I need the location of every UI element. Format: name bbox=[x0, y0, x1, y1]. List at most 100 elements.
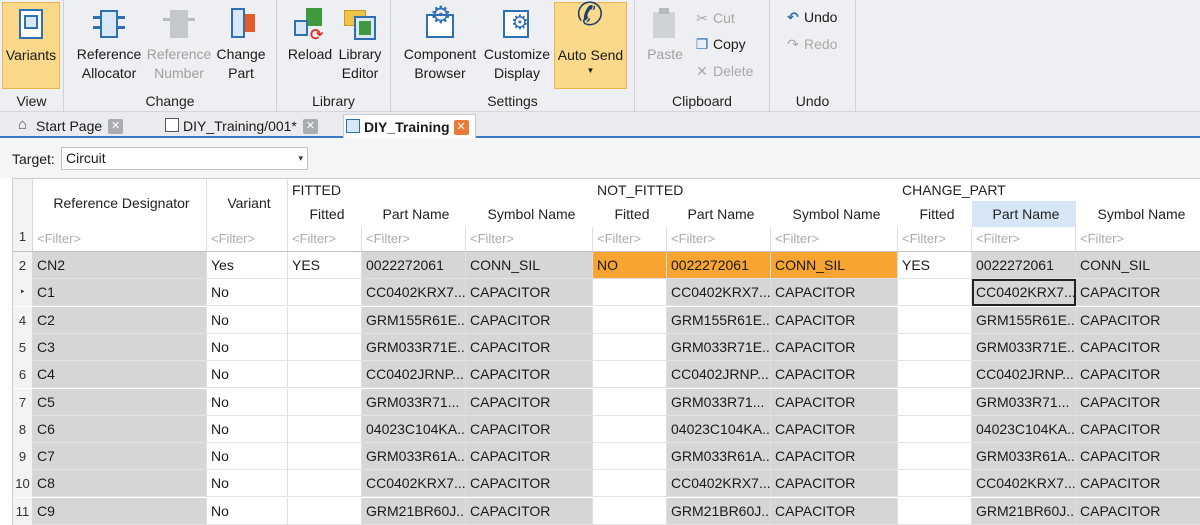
cut-button[interactable]: ✂ Cut bbox=[693, 6, 735, 30]
table-cell-f-symbol[interactable]: CONN_SIL bbox=[466, 252, 593, 279]
tab-diy-training-001[interactable]: DIY_Training/001* ✕ bbox=[163, 114, 318, 138]
table-cell-f-part[interactable]: CC0402KRX7... bbox=[362, 279, 466, 306]
row-header[interactable]: 8 bbox=[13, 416, 33, 443]
column-header-fitted-fitted[interactable]: Fitted bbox=[288, 201, 362, 227]
reference-allocator-button[interactable]: Reference Allocator bbox=[74, 2, 144, 89]
filter-reference[interactable]: <Filter> bbox=[33, 227, 207, 251]
table-cell-variant[interactable]: Yes bbox=[207, 252, 288, 279]
table-cell-ref[interactable]: C9 bbox=[33, 498, 207, 525]
table-cell-f-part[interactable]: CC0402KRX7... bbox=[362, 470, 466, 497]
table-cell-c-symbol[interactable]: CAPACITOR bbox=[1076, 334, 1200, 361]
table-cell-variant[interactable]: No bbox=[207, 389, 288, 416]
table-cell-c-symbol[interactable]: CONN_SIL bbox=[1076, 252, 1200, 279]
table-cell-c-fitted[interactable] bbox=[898, 470, 972, 497]
row-header[interactable]: 11 bbox=[13, 498, 33, 525]
table-cell-n-symbol[interactable]: CAPACITOR bbox=[771, 470, 898, 497]
table-cell-f-fitted[interactable] bbox=[288, 389, 362, 416]
table-cell-c-symbol[interactable]: CAPACITOR bbox=[1076, 416, 1200, 443]
delete-button[interactable]: ✕ Delete bbox=[693, 59, 753, 83]
table-cell-ref[interactable]: C1 bbox=[33, 279, 207, 306]
table-cell-f-part[interactable]: GRM033R61A... bbox=[362, 443, 466, 470]
table-cell-f-fitted[interactable] bbox=[288, 361, 362, 388]
table-cell-ref[interactable]: C5 bbox=[33, 389, 207, 416]
table-cell-n-symbol[interactable]: CAPACITOR bbox=[771, 416, 898, 443]
column-header-fitted-part-name[interactable]: Part Name bbox=[362, 201, 466, 227]
row-header[interactable]: 4 bbox=[13, 307, 33, 334]
table-cell-f-symbol[interactable]: CAPACITOR bbox=[466, 443, 593, 470]
table-cell-n-fitted[interactable] bbox=[593, 334, 667, 361]
column-header-not-fitted-fitted[interactable]: Fitted bbox=[593, 201, 667, 227]
table-cell-variant[interactable]: No bbox=[207, 416, 288, 443]
table-cell-n-symbol[interactable]: CAPACITOR bbox=[771, 389, 898, 416]
table-cell-f-symbol[interactable]: CAPACITOR bbox=[466, 498, 593, 525]
table-cell-c-part[interactable]: GRM21BR60J... bbox=[972, 498, 1076, 525]
table-cell-n-part[interactable]: GRM033R71... bbox=[667, 389, 771, 416]
table-cell-n-symbol[interactable]: CAPACITOR bbox=[771, 361, 898, 388]
table-cell-variant[interactable]: No bbox=[207, 470, 288, 497]
row-header[interactable]: 2 bbox=[13, 252, 33, 279]
table-cell-n-part[interactable]: CC0402KRX7... bbox=[667, 470, 771, 497]
table-cell-c-part[interactable]: GRM033R61A... bbox=[972, 443, 1076, 470]
table-cell-f-fitted[interactable] bbox=[288, 307, 362, 334]
variants-button[interactable]: Variants bbox=[2, 2, 60, 89]
table-cell-ref[interactable]: C7 bbox=[33, 443, 207, 470]
column-header-change-part-symbol-name[interactable]: Symbol Name bbox=[1076, 201, 1200, 227]
table-cell-f-fitted[interactable] bbox=[288, 416, 362, 443]
table-cell-n-part[interactable]: 0022272061 bbox=[667, 252, 771, 279]
copy-button[interactable]: ❐ Copy bbox=[693, 32, 746, 56]
filter-change-part-symbol-name[interactable]: <Filter> bbox=[1076, 227, 1200, 251]
table-cell-c-part[interactable]: GRM033R71... bbox=[972, 389, 1076, 416]
table-cell-n-part[interactable]: 04023C104KA... bbox=[667, 416, 771, 443]
table-cell-n-part[interactable]: GRM033R71E... bbox=[667, 334, 771, 361]
table-cell-c-symbol[interactable]: CAPACITOR bbox=[1076, 470, 1200, 497]
table-cell-ref[interactable]: C3 bbox=[33, 334, 207, 361]
close-icon[interactable]: ✕ bbox=[453, 119, 469, 135]
table-cell-c-fitted[interactable] bbox=[898, 498, 972, 525]
table-cell-c-part[interactable]: CC0402KRX7... bbox=[972, 279, 1076, 306]
table-cell-n-part[interactable]: CC0402KRX7... bbox=[667, 279, 771, 306]
filter-not-fitted-part-name[interactable]: <Filter> bbox=[667, 227, 771, 251]
customize-display-button[interactable]: ⚙ Customize Display bbox=[481, 2, 553, 89]
table-cell-f-symbol[interactable]: CAPACITOR bbox=[466, 334, 593, 361]
table-cell-n-fitted[interactable] bbox=[593, 443, 667, 470]
row-header[interactable]: 7 bbox=[13, 389, 33, 416]
column-header-not-fitted-part-name[interactable]: Part Name bbox=[667, 201, 771, 227]
change-part-button[interactable]: Change Part bbox=[212, 2, 270, 89]
row-header[interactable]: 6 bbox=[13, 361, 33, 388]
column-header-variant[interactable]: Variant bbox=[207, 179, 288, 227]
table-cell-f-part[interactable]: CC0402JRNP... bbox=[362, 361, 466, 388]
table-cell-n-symbol[interactable]: CAPACITOR bbox=[771, 279, 898, 306]
table-cell-c-symbol[interactable]: CAPACITOR bbox=[1076, 443, 1200, 470]
row-header[interactable]: 10 bbox=[13, 470, 33, 497]
table-cell-n-fitted[interactable] bbox=[593, 361, 667, 388]
reference-number-button[interactable]: Reference Number bbox=[146, 2, 212, 89]
filter-change-part-part-name[interactable]: <Filter> bbox=[972, 227, 1076, 251]
table-cell-c-fitted[interactable] bbox=[898, 307, 972, 334]
row-header[interactable]: 9 bbox=[13, 443, 33, 470]
table-cell-ref[interactable]: C4 bbox=[33, 361, 207, 388]
column-header-not-fitted-symbol-name[interactable]: Symbol Name bbox=[771, 201, 898, 227]
close-icon[interactable]: ✕ bbox=[302, 118, 318, 134]
table-cell-variant[interactable]: No bbox=[207, 334, 288, 361]
table-cell-variant[interactable]: No bbox=[207, 443, 288, 470]
table-cell-c-fitted[interactable] bbox=[898, 389, 972, 416]
table-cell-n-fitted[interactable] bbox=[593, 307, 667, 334]
table-cell-f-symbol[interactable]: CAPACITOR bbox=[466, 307, 593, 334]
auto-send-button[interactable]: ✆ Auto Send ▼ bbox=[554, 0, 627, 89]
table-cell-ref[interactable]: CN2 bbox=[33, 252, 207, 279]
filter-fitted-part-name[interactable]: <Filter> bbox=[362, 227, 466, 251]
table-cell-c-fitted[interactable] bbox=[898, 443, 972, 470]
table-cell-n-symbol[interactable]: CAPACITOR bbox=[771, 443, 898, 470]
table-cell-f-fitted[interactable] bbox=[288, 334, 362, 361]
table-cell-c-fitted[interactable] bbox=[898, 279, 972, 306]
table-cell-c-part[interactable]: 04023C104KA... bbox=[972, 416, 1076, 443]
table-cell-f-fitted[interactable]: YES bbox=[288, 252, 362, 279]
table-cell-n-symbol[interactable]: CONN_SIL bbox=[771, 252, 898, 279]
table-cell-c-part[interactable]: CC0402KRX7... bbox=[972, 470, 1076, 497]
table-cell-f-part[interactable]: GRM033R71E... bbox=[362, 334, 466, 361]
filter-change-part-fitted[interactable]: <Filter> bbox=[898, 227, 972, 251]
column-header-change-part-fitted[interactable]: Fitted bbox=[898, 201, 972, 227]
table-cell-variant[interactable]: No bbox=[207, 279, 288, 306]
table-cell-n-fitted[interactable] bbox=[593, 470, 667, 497]
table-cell-variant[interactable]: No bbox=[207, 361, 288, 388]
